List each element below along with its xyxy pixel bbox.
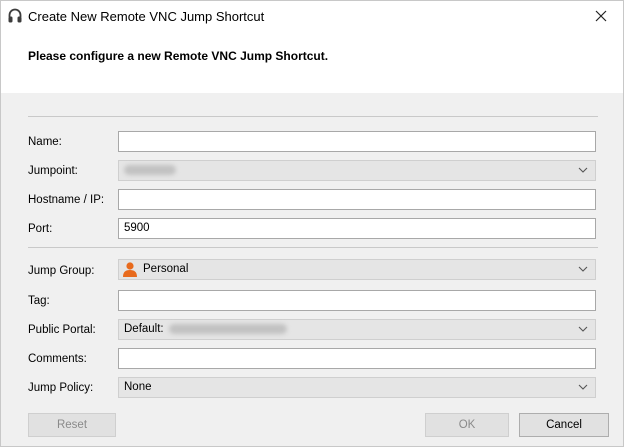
port-value: 5900 xyxy=(124,222,150,234)
redacted-portal xyxy=(168,323,287,334)
comments-label: Comments: xyxy=(28,353,87,365)
jumpoint-select[interactable] xyxy=(118,160,596,181)
jump-group-label: Jump Group: xyxy=(28,265,95,277)
jump-group-value: Personal xyxy=(143,263,189,275)
name-label: Name: xyxy=(28,136,62,148)
divider xyxy=(28,116,598,117)
jumpoint-label: Jumpoint: xyxy=(28,165,78,177)
jump-policy-select[interactable]: None xyxy=(118,377,596,398)
reset-button[interactable]: Reset xyxy=(28,413,116,437)
chevron-down-icon xyxy=(578,326,588,332)
tag-label: Tag: xyxy=(28,295,50,307)
chevron-down-icon xyxy=(578,266,588,272)
jump-group-select[interactable]: Personal xyxy=(118,259,596,280)
public-portal-label: Public Portal: xyxy=(28,324,96,336)
chevron-down-icon xyxy=(578,167,588,173)
jump-policy-label: Jump Policy: xyxy=(28,382,94,394)
divider xyxy=(28,247,598,248)
dialog-window: Create New Remote VNC Jump Shortcut Plea… xyxy=(0,0,624,447)
chevron-down-icon xyxy=(578,384,588,390)
hostname-label: Hostname / IP: xyxy=(28,194,105,206)
hostname-input[interactable] xyxy=(118,189,596,210)
close-button[interactable] xyxy=(579,1,623,31)
port-input[interactable]: 5900 xyxy=(118,218,596,239)
name-input[interactable] xyxy=(118,131,596,152)
cancel-button[interactable]: Cancel xyxy=(519,413,609,437)
person-icon xyxy=(123,262,137,277)
public-portal-prefix: Default: xyxy=(124,323,164,335)
public-portal-select[interactable]: Default: xyxy=(118,319,596,340)
dialog-title: Create New Remote VNC Jump Shortcut xyxy=(28,9,265,24)
redacted-jumpoint xyxy=(124,164,176,175)
comments-input[interactable] xyxy=(118,348,596,369)
tag-input[interactable] xyxy=(118,290,596,311)
headset-icon xyxy=(8,8,22,23)
header-title: Please configure a new Remote VNC Jump S… xyxy=(28,49,329,63)
title-bar: Create New Remote VNC Jump Shortcut xyxy=(1,1,623,31)
close-icon xyxy=(595,10,607,22)
jump-policy-value: None xyxy=(124,381,152,393)
ok-button[interactable]: OK xyxy=(425,413,509,437)
port-label: Port: xyxy=(28,223,53,235)
